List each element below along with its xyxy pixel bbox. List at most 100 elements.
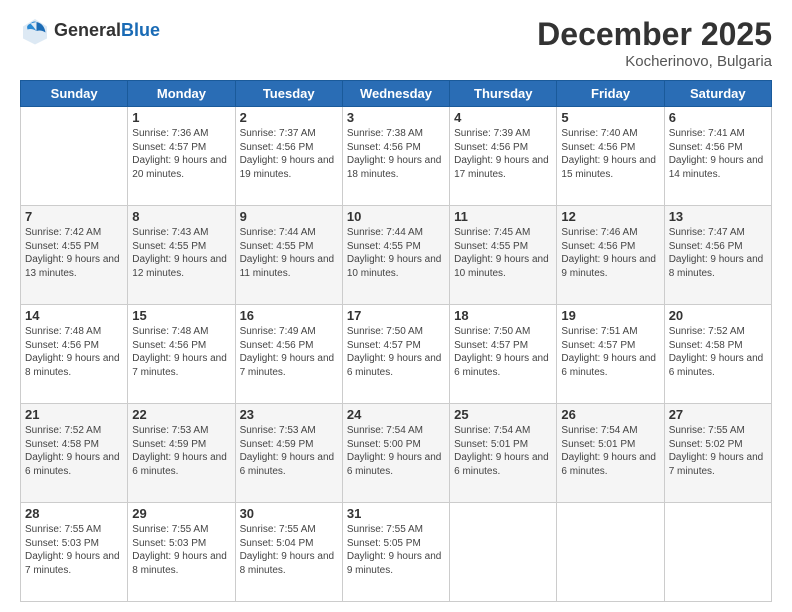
- calendar-cell: 2Sunrise: 7:37 AMSunset: 4:56 PMDaylight…: [235, 107, 342, 206]
- cell-info: Sunrise: 7:47 AMSunset: 4:56 PMDaylight:…: [669, 226, 767, 280]
- calendar-cell: 9 Sunrise: 7:44 AMSunset: 4:55 PMDaylight…: [235, 206, 342, 305]
- cell-info: Sunrise: 7:54 AMSunset: 5:01 PMDaylight:…: [454, 424, 552, 478]
- month-title: December 2025: [537, 16, 772, 53]
- calendar-cell: 1 Sunrise: 7:36 AMSunset: 4:57 PMDaylight…: [128, 107, 235, 206]
- day-number: 4: [454, 110, 552, 125]
- calendar-cell: 27Sunrise: 7:55 AMSunset: 5:02 PMDayligh…: [664, 404, 771, 503]
- day-header-saturday: Saturday: [664, 81, 771, 107]
- calendar-cell: 12 Sunrise: 7:46 AMSunset: 4:56 PMDayligh…: [557, 206, 664, 305]
- logo-blue: Blue: [121, 20, 160, 40]
- calendar-cell: 16 Sunrise: 7:49 AMSunset: 4:56 PMDayligh…: [235, 305, 342, 404]
- cell-info: Sunrise: 7:40 AMSunset: 4:56 PMDaylight:…: [561, 127, 659, 181]
- day-header-monday: Monday: [128, 81, 235, 107]
- calendar-cell: 26 Sunrise: 7:54 AMSunset: 5:01 PMDayligh…: [557, 404, 664, 503]
- calendar-cell: 30 Sunrise: 7:55 AMSunset: 5:04 PMDayligh…: [235, 503, 342, 602]
- calendar-cell: 14 Sunrise: 7:48 AMSunset: 4:56 PMDayligh…: [21, 305, 128, 404]
- cell-info: Sunrise: 7:41 AMSunset: 4:56 PMDaylight:…: [669, 127, 767, 181]
- calendar-cell: 10Sunrise: 7:44 AMSunset: 4:55 PMDayligh…: [342, 206, 449, 305]
- cell-info: Sunrise: 7:55 AMSunset: 5:05 PMDaylight:…: [347, 523, 445, 577]
- day-number: 10: [347, 209, 445, 224]
- calendar-cell: 15 Sunrise: 7:48 AMSunset: 4:56 PMDayligh…: [128, 305, 235, 404]
- calendar-cell: 25 Sunrise: 7:54 AMSunset: 5:01 PMDayligh…: [450, 404, 557, 503]
- cell-info: Sunrise: 7:51 AMSunset: 4:57 PMDaylight:…: [561, 325, 659, 379]
- day-number: 30: [240, 506, 338, 521]
- day-header-wednesday: Wednesday: [342, 81, 449, 107]
- calendar-cell: 3Sunrise: 7:38 AMSunset: 4:56 PMDaylight…: [342, 107, 449, 206]
- day-header-sunday: Sunday: [21, 81, 128, 107]
- calendar-cell: 4 Sunrise: 7:39 AMSunset: 4:56 PMDaylight…: [450, 107, 557, 206]
- day-number: 18: [454, 308, 552, 323]
- calendar-cell: 11Sunrise: 7:45 AMSunset: 4:55 PMDayligh…: [450, 206, 557, 305]
- calendar-cell: 20 Sunrise: 7:52 AMSunset: 4:58 PMDayligh…: [664, 305, 771, 404]
- cell-info: Sunrise: 7:48 AMSunset: 4:56 PMDaylight:…: [132, 325, 230, 379]
- cell-info: Sunrise: 7:36 AMSunset: 4:57 PMDaylight:…: [132, 127, 230, 181]
- cell-info: Sunrise: 7:44 AMSunset: 4:55 PMDaylight:…: [240, 226, 338, 280]
- page: GeneralBlue December 2025 Kocherinovo, B…: [0, 0, 792, 612]
- cell-info: Sunrise: 7:45 AMSunset: 4:55 PMDaylight:…: [454, 226, 552, 280]
- day-number: 23: [240, 407, 338, 422]
- cell-info: Sunrise: 7:50 AMSunset: 4:57 PMDaylight:…: [347, 325, 445, 379]
- day-number: 28: [25, 506, 123, 521]
- cell-info: Sunrise: 7:43 AMSunset: 4:55 PMDaylight:…: [132, 226, 230, 280]
- week-row-2: 14 Sunrise: 7:48 AMSunset: 4:56 PMDayligh…: [21, 305, 772, 404]
- cell-info: Sunrise: 7:39 AMSunset: 4:56 PMDaylight:…: [454, 127, 552, 181]
- cell-info: Sunrise: 7:55 AMSunset: 5:04 PMDaylight:…: [240, 523, 338, 577]
- title-block: December 2025 Kocherinovo, Bulgaria: [537, 16, 772, 70]
- day-number: 24: [347, 407, 445, 422]
- day-number: 27: [669, 407, 767, 422]
- calendar-cell: 8 Sunrise: 7:43 AMSunset: 4:55 PMDaylight…: [128, 206, 235, 305]
- day-number: 31: [347, 506, 445, 521]
- calendar-cell: 19 Sunrise: 7:51 AMSunset: 4:57 PMDayligh…: [557, 305, 664, 404]
- calendar-cell: 31 Sunrise: 7:55 AMSunset: 5:05 PMDayligh…: [342, 503, 449, 602]
- day-number: 7: [25, 209, 123, 224]
- day-number: 16: [240, 308, 338, 323]
- logo-general: General: [54, 20, 121, 40]
- week-row-1: 7 Sunrise: 7:42 AMSunset: 4:55 PMDaylight…: [21, 206, 772, 305]
- day-number: 20: [669, 308, 767, 323]
- day-number: 13: [669, 209, 767, 224]
- calendar-cell: 5Sunrise: 7:40 AMSunset: 4:56 PMDaylight…: [557, 107, 664, 206]
- day-number: 8: [132, 209, 230, 224]
- cell-info: Sunrise: 7:46 AMSunset: 4:56 PMDaylight:…: [561, 226, 659, 280]
- calendar: SundayMondayTuesdayWednesdayThursdayFrid…: [20, 80, 772, 602]
- day-number: 26: [561, 407, 659, 422]
- day-number: 25: [454, 407, 552, 422]
- day-number: 17: [347, 308, 445, 323]
- day-number: 14: [25, 308, 123, 323]
- calendar-cell: 17 Sunrise: 7:50 AMSunset: 4:57 PMDayligh…: [342, 305, 449, 404]
- cell-info: Sunrise: 7:49 AMSunset: 4:56 PMDaylight:…: [240, 325, 338, 379]
- day-number: 12: [561, 209, 659, 224]
- calendar-cell: 23 Sunrise: 7:53 AMSunset: 4:59 PMDayligh…: [235, 404, 342, 503]
- cell-info: Sunrise: 7:50 AMSunset: 4:57 PMDaylight:…: [454, 325, 552, 379]
- day-number: 2: [240, 110, 338, 125]
- cell-info: Sunrise: 7:48 AMSunset: 4:56 PMDaylight:…: [25, 325, 123, 379]
- cell-info: Sunrise: 7:52 AMSunset: 4:58 PMDaylight:…: [669, 325, 767, 379]
- cell-info: Sunrise: 7:55 AMSunset: 5:03 PMDaylight:…: [25, 523, 123, 577]
- week-row-4: 28 Sunrise: 7:55 AMSunset: 5:03 PMDayligh…: [21, 503, 772, 602]
- logo-text: GeneralBlue: [54, 21, 160, 41]
- day-number: 6: [669, 110, 767, 125]
- day-number: 29: [132, 506, 230, 521]
- cell-info: Sunrise: 7:54 AMSunset: 5:01 PMDaylight:…: [561, 424, 659, 478]
- week-row-0: 1 Sunrise: 7:36 AMSunset: 4:57 PMDaylight…: [21, 107, 772, 206]
- day-number: 19: [561, 308, 659, 323]
- cell-info: Sunrise: 7:42 AMSunset: 4:55 PMDaylight:…: [25, 226, 123, 280]
- logo: GeneralBlue: [20, 16, 160, 46]
- calendar-cell: 13 Sunrise: 7:47 AMSunset: 4:56 PMDayligh…: [664, 206, 771, 305]
- day-number: 1: [132, 110, 230, 125]
- day-number: 3: [347, 110, 445, 125]
- cell-info: Sunrise: 7:55 AMSunset: 5:03 PMDaylight:…: [132, 523, 230, 577]
- day-number: 22: [132, 407, 230, 422]
- day-number: 9: [240, 209, 338, 224]
- calendar-cell: 18 Sunrise: 7:50 AMSunset: 4:57 PMDayligh…: [450, 305, 557, 404]
- cell-info: Sunrise: 7:53 AMSunset: 4:59 PMDaylight:…: [240, 424, 338, 478]
- calendar-cell: [450, 503, 557, 602]
- day-number: 15: [132, 308, 230, 323]
- calendar-cell: 6 Sunrise: 7:41 AMSunset: 4:56 PMDaylight…: [664, 107, 771, 206]
- calendar-header-row: SundayMondayTuesdayWednesdayThursdayFrid…: [21, 81, 772, 107]
- calendar-cell: [664, 503, 771, 602]
- calendar-cell: 7 Sunrise: 7:42 AMSunset: 4:55 PMDaylight…: [21, 206, 128, 305]
- day-header-thursday: Thursday: [450, 81, 557, 107]
- cell-info: Sunrise: 7:52 AMSunset: 4:58 PMDaylight:…: [25, 424, 123, 478]
- calendar-cell: 22Sunrise: 7:53 AMSunset: 4:59 PMDayligh…: [128, 404, 235, 503]
